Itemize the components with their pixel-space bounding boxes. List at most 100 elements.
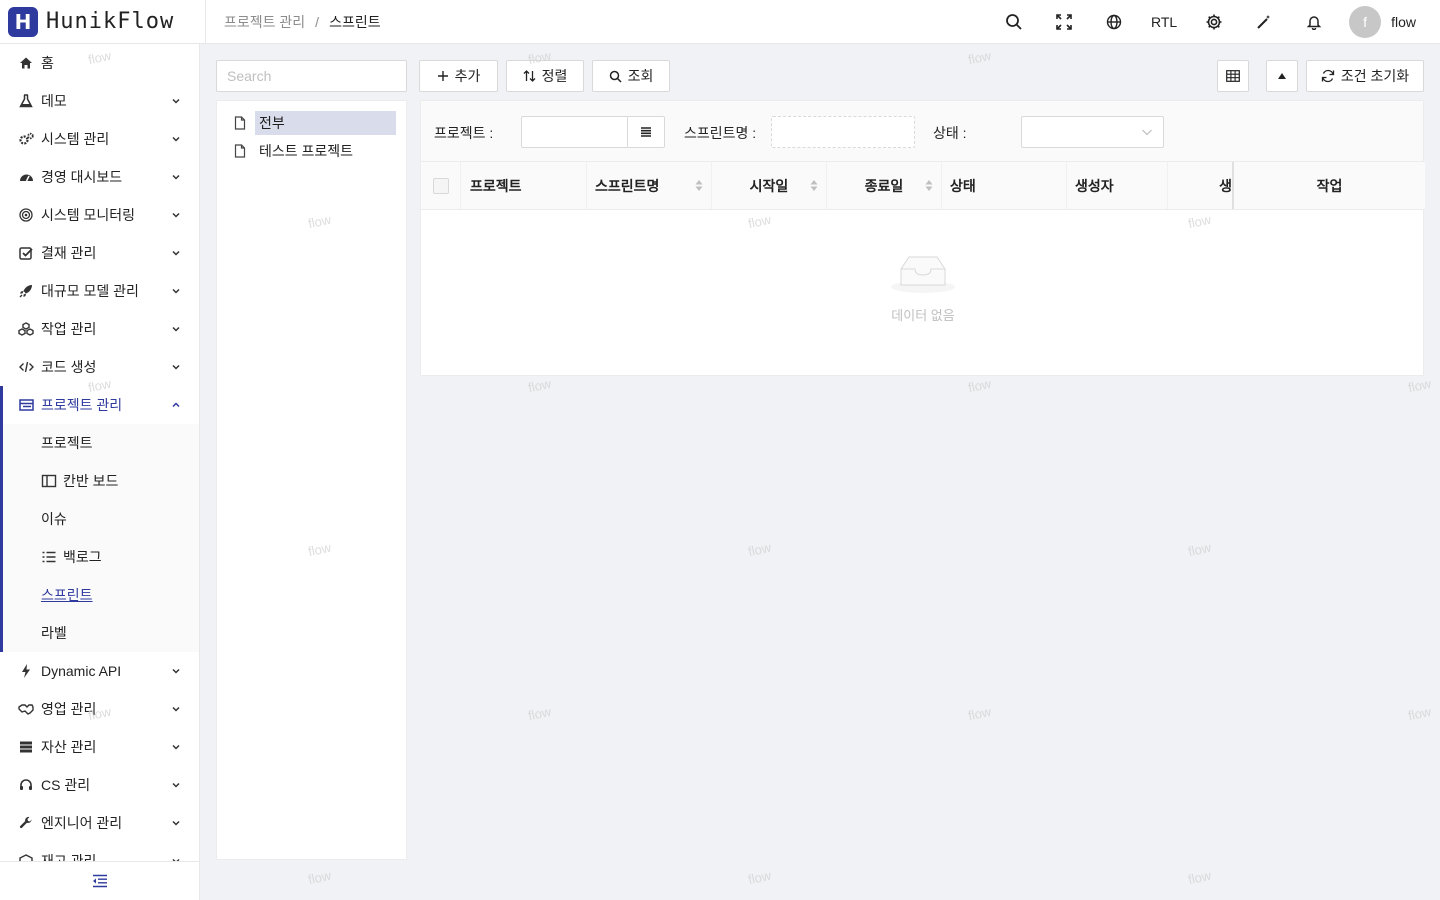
- watermark: flow: [966, 375, 993, 396]
- submenu-item-sprint[interactable]: 스프린트: [0, 576, 199, 614]
- headset-icon: [18, 777, 34, 793]
- submenu-item-label: 이슈: [41, 511, 67, 527]
- column-header-label: 프로젝트: [470, 177, 522, 194]
- gear-icon[interactable]: [1189, 0, 1239, 44]
- column-header-actions: 작업: [1234, 162, 1425, 209]
- sidebar-item-label: 대규모 모델 관리: [41, 283, 139, 299]
- chevron-down-icon: [172, 668, 180, 674]
- user-menu[interactable]: f flow: [1339, 6, 1440, 38]
- bell-icon[interactable]: [1289, 0, 1339, 44]
- submenu-item-kanban[interactable]: 칸반 보드: [0, 462, 199, 500]
- add-button[interactable]: 추가: [419, 60, 498, 92]
- reload-icon: [1321, 69, 1334, 83]
- column-header-end-date[interactable]: 종료일: [827, 162, 942, 209]
- tree-item-test-project[interactable]: 테스트 프로젝트: [227, 139, 396, 163]
- file-icon: [234, 144, 246, 158]
- sort-caret-icon[interactable]: [810, 179, 818, 192]
- rtl-toggle[interactable]: RTL: [1139, 0, 1189, 44]
- column-header-creator: 생성자: [1067, 162, 1168, 209]
- sidebar-item-monitoring[interactable]: 시스템 모니터링: [0, 196, 199, 234]
- submenu-item-label: 백로그: [63, 549, 102, 565]
- column-settings-button[interactable]: [1217, 60, 1249, 92]
- gears-icon: [18, 131, 34, 147]
- sort-caret-icon[interactable]: [925, 179, 933, 192]
- tree-item-label: 전부: [255, 111, 396, 135]
- chevron-down-icon: [172, 136, 180, 142]
- sidebar-item-assets[interactable]: 자산 관리: [0, 728, 199, 766]
- collapse-filter-button[interactable]: [1266, 60, 1298, 92]
- sidebar-item-codegen[interactable]: 코드 생성: [0, 348, 199, 386]
- sidebar: 홈 데모 시스템 관리 경영 대시보드 시스템 모니터링 결재 관리 대규모 모…: [0, 44, 200, 900]
- sidebar-item-dashboard[interactable]: 경영 대시보드: [0, 158, 199, 196]
- sprint-table-panel: 프로젝트 : 스프린트명 : 상태 : 프로젝트 스프린트명 시작일 종료일 상…: [420, 100, 1425, 376]
- sidebar-item-dynamic-api[interactable]: Dynamic API: [0, 652, 199, 690]
- tree-item-all[interactable]: 전부: [227, 111, 396, 135]
- submenu-item-backlog[interactable]: 백로그: [0, 538, 199, 576]
- status-filter-select[interactable]: [1021, 116, 1164, 148]
- column-header-sprint-name[interactable]: 스프린트명: [587, 162, 712, 209]
- sidebar-item-inventory[interactable]: 재고 관리: [0, 842, 199, 861]
- sidebar-item-system[interactable]: 시스템 관리: [0, 120, 199, 158]
- submenu-item-issue[interactable]: 이슈: [0, 500, 199, 538]
- empty-text: 데이터 없음: [891, 308, 955, 323]
- fullscreen-icon[interactable]: [1039, 0, 1089, 44]
- chevron-down-icon: [172, 250, 180, 256]
- list-icon: [42, 551, 56, 563]
- chevron-down-icon: [172, 744, 180, 750]
- watermark: flow: [526, 703, 553, 724]
- logo[interactable]: H HunikFlow: [0, 0, 206, 44]
- sprint-name-filter-input[interactable]: [771, 116, 915, 148]
- globe-icon[interactable]: [1089, 0, 1139, 44]
- search-icon[interactable]: [989, 0, 1039, 44]
- sort-caret-icon[interactable]: [695, 179, 703, 192]
- sort-button[interactable]: 정렬: [506, 60, 584, 92]
- project-picker-button[interactable]: [627, 117, 664, 147]
- sidebar-item-label: 자산 관리: [41, 739, 97, 755]
- sidebar-item-jobs[interactable]: 작업 관리: [0, 310, 199, 348]
- sidebar-item-approval[interactable]: 결재 관리: [0, 234, 199, 272]
- column-header-label: 상태: [950, 177, 976, 194]
- sidebar-item-label: 엔지니어 관리: [41, 815, 123, 831]
- select-all-cell: [421, 162, 461, 209]
- column-header-start-date[interactable]: 시작일: [712, 162, 827, 209]
- sidebar-item-home[interactable]: 홈: [0, 44, 199, 82]
- menu-fold-icon: [93, 874, 107, 888]
- sidebar-item-label: 시스템 모니터링: [41, 207, 136, 223]
- chevron-down-icon: [172, 706, 180, 712]
- reset-conditions-button[interactable]: 조건 초기화: [1306, 60, 1424, 92]
- project-filter-input[interactable]: [521, 116, 665, 148]
- tree-item-label: 테스트 프로젝트: [259, 143, 354, 159]
- breadcrumb: 프로젝트 관리 / 스프린트: [224, 12, 381, 32]
- submenu-item-label: 스프린트: [41, 587, 93, 603]
- sidebar-item-label: 재고 관리: [41, 853, 97, 861]
- sidebar-item-project[interactable]: 프로젝트 관리: [0, 386, 199, 424]
- sidebar-item-label: 홈: [41, 55, 54, 71]
- sidebar-item-sales[interactable]: 영업 관리: [0, 690, 199, 728]
- home-icon: [18, 55, 34, 71]
- logo-text: HunikFlow: [46, 9, 175, 34]
- submenu-item-label: 라벨: [41, 625, 67, 641]
- breadcrumb-parent[interactable]: 프로젝트 관리: [224, 12, 305, 32]
- top-header: H HunikFlow 프로젝트 관리 / 스프린트 RTL f flow: [0, 0, 1440, 44]
- submenu-item-project[interactable]: 프로젝트: [0, 424, 199, 462]
- magic-wand-icon[interactable]: [1239, 0, 1289, 44]
- watermark: flow: [746, 867, 773, 888]
- sidebar-item-demo[interactable]: 데모: [0, 82, 199, 120]
- column-header-label: 종료일: [864, 177, 904, 194]
- sprint-name-filter-label: 스프린트명 :: [684, 125, 757, 141]
- box-icon: [18, 853, 34, 861]
- query-button[interactable]: 조회: [592, 60, 670, 92]
- submenu-item-label-page[interactable]: 라벨: [0, 614, 199, 652]
- sidebar-item-label: 영업 관리: [41, 701, 97, 717]
- search-input[interactable]: [227, 68, 408, 84]
- collapse-sidebar-button[interactable]: [0, 861, 199, 900]
- sidebar-item-llm[interactable]: 대규모 모델 관리: [0, 272, 199, 310]
- sidebar-item-label: 데모: [41, 93, 67, 109]
- sidebar-item-engineer[interactable]: 엔지니어 관리: [0, 804, 199, 842]
- column-header-label: 시작일: [749, 177, 789, 194]
- select-all-checkbox[interactable]: [432, 177, 449, 194]
- sidebar-item-cs[interactable]: CS 관리: [0, 766, 199, 804]
- chevron-down-icon: [172, 212, 180, 218]
- sidebar-item-label: CS 관리: [41, 777, 91, 793]
- chevron-down-icon: [172, 174, 180, 180]
